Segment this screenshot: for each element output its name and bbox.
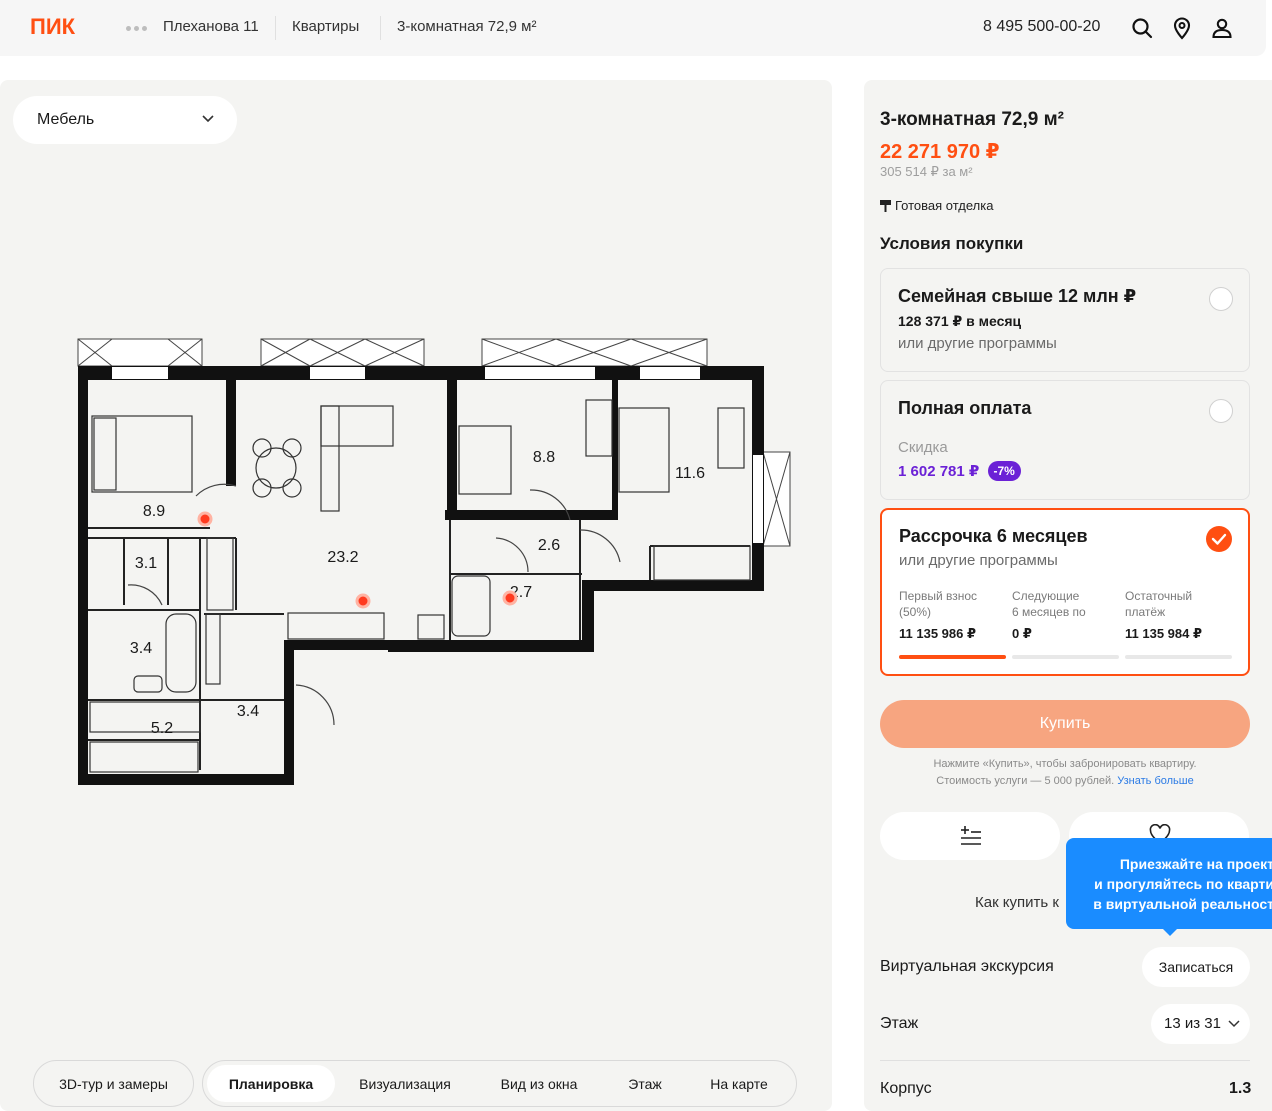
discount-value: 1 602 781 ₽ [898, 463, 980, 480]
building-label: Корпус [880, 1080, 932, 1097]
breadcrumb-divider [275, 16, 276, 40]
room-area-label: 5.2 [151, 720, 173, 737]
room-area-label: 8.9 [143, 503, 165, 520]
progress-segment [1125, 655, 1232, 659]
flat-title: 3-комнатная 72,9 м² [880, 109, 1064, 130]
room-area-label: 8.8 [533, 449, 555, 466]
tab-window-view[interactable]: Вид из окна [479, 1065, 599, 1102]
virtual-tour-label: Виртуальная экскурсия [880, 958, 1054, 975]
tab-map[interactable]: На карте [689, 1065, 789, 1102]
first-payment-value: 11 135 986 ₽ [899, 626, 977, 641]
floor-label: Этаж [880, 1015, 919, 1032]
option-title: Полная оплата [898, 398, 1032, 418]
residual-payment-head: Остаточный платёж [1125, 589, 1193, 619]
tooltip-arrow [1162, 928, 1178, 936]
floor-value: 13 из 31 [1164, 1015, 1221, 1032]
discount-amount: 1 602 781 ₽ -7% [898, 461, 1021, 481]
bed [618, 407, 670, 493]
plan-tabs: Планировка Визуализация Вид из окна Этаж… [202, 1060, 797, 1107]
breadcrumb-project[interactable]: Плеханова 11 [163, 18, 259, 35]
view-hotspot[interactable] [197, 511, 213, 527]
residual-payment-value: 11 135 984 ₽ [1125, 626, 1203, 641]
sofa [320, 405, 394, 447]
search-icon[interactable] [1130, 16, 1154, 40]
balcony-frame [77, 338, 203, 367]
floor-plan: 8.9 23.2 8.8 11.6 2.6 2.7 3.1 3.4 3.4 5.… [77, 338, 791, 785]
chevron-down-icon [1228, 1020, 1240, 1028]
option-subtitle: или другие программы [899, 552, 1058, 569]
user-icon[interactable] [1210, 16, 1234, 40]
tab-visualization[interactable]: Визуализация [343, 1065, 467, 1102]
next-payments-value: 0 ₽ [1012, 626, 1032, 641]
phone-number[interactable]: 8 495 500-00-20 [983, 18, 1100, 36]
room-area-label: 2.6 [538, 537, 560, 554]
price-per-sqm: 305 514 ₽ за м² [880, 164, 973, 179]
kitchen-counter [287, 612, 385, 640]
option-radio[interactable] [1209, 287, 1233, 311]
how-to-buy-link[interactable]: Как купить к [975, 894, 1059, 911]
check-icon[interactable] [1206, 526, 1232, 552]
3d-tour-button[interactable]: 3D-тур и замеры [33, 1060, 194, 1107]
top-header: ПИК Плеханова 11 Квартиры 3-комнатная 72… [0, 0, 1266, 56]
next-payments-head: Следующие 6 месяцев по [1012, 589, 1086, 619]
divider [880, 1060, 1250, 1061]
option-title: Рассрочка 6 месяцев [899, 526, 1088, 546]
progress-segment-active [899, 655, 1006, 659]
first-payment-head: Первый взнос (50%) [899, 589, 978, 619]
buy-note: Нажмите «Купить», чтобы забронировать кв… [933, 758, 1197, 787]
virtual-tour-tooltip: Приезжайте на проект и прогуляйтесь по к… [1066, 838, 1272, 929]
room-area-label: 3.4 [237, 703, 259, 720]
floor-select[interactable]: 13 из 31 [1151, 1004, 1250, 1044]
tab-planning[interactable]: Планировка [207, 1065, 335, 1102]
room-area-label: 11.6 [675, 465, 705, 482]
location-pin-icon[interactable] [1170, 16, 1194, 40]
option-family-mortgage[interactable]: Семейная свыше 12 млн ₽ 128 371 ₽ в меся… [880, 268, 1250, 372]
dining-table [255, 447, 297, 489]
discount-badge: -7% [987, 461, 1021, 481]
breadcrumb-current: 3-комнатная 72,9 м² [397, 18, 537, 35]
finish-text: Готовая отделка [895, 198, 994, 213]
breadcrumb-flats[interactable]: Квартиры [292, 18, 359, 35]
compare-button[interactable] [880, 812, 1060, 860]
learn-more-link[interactable]: Узнать больше [1117, 775, 1193, 787]
purchase-conditions-title: Условия покупки [880, 234, 1024, 253]
compare-list-icon [961, 826, 981, 845]
breadcrumb-divider [380, 16, 381, 40]
floor-plan-card: Мебель 8.9 23.2 8.8 11.6 2.6 2.7 3.1 3.4… [0, 80, 832, 1111]
more-dots-icon[interactable] [126, 26, 147, 31]
bathtub [165, 613, 197, 693]
option-title: Семейная свыше 12 млн ₽ [898, 286, 1137, 306]
option-installment[interactable]: Рассрочка 6 месяцев или другие программы… [880, 508, 1250, 676]
building-value: 1.3 [1229, 1080, 1252, 1097]
tab-floor[interactable]: Этаж [611, 1065, 679, 1102]
option-full-payment[interactable]: Полная оплата Скидка 1 602 781 ₽ -7% [880, 380, 1250, 500]
bed [91, 415, 193, 493]
book-virtual-tour-button[interactable]: Записаться [1142, 947, 1250, 987]
option-radio[interactable] [1209, 399, 1233, 423]
progress-segment [1012, 655, 1119, 659]
view-hotspot[interactable] [355, 593, 371, 609]
flat-price: 22 271 970 ₽ [880, 141, 1000, 163]
room-area-label: 3.4 [130, 640, 152, 657]
buy-button[interactable]: Купить [880, 700, 1250, 748]
option-subtitle: или другие программы [898, 335, 1057, 352]
discount-label: Скидка [898, 439, 948, 456]
finish-info: Готовая отделка [880, 198, 993, 213]
room-area-label: 3.1 [135, 555, 157, 572]
flat-side-panel: 3-комнатная 72,9 м² 22 271 970 ₽ 305 514… [864, 80, 1272, 1111]
paint-roller-icon [880, 200, 891, 212]
bed [458, 425, 512, 495]
view-hotspot[interactable] [502, 590, 518, 606]
pik-logo[interactable]: ПИК [30, 14, 75, 40]
room-area-label: 23.2 [327, 549, 358, 566]
option-monthly: 128 371 ₽ в месяц [898, 313, 1022, 329]
